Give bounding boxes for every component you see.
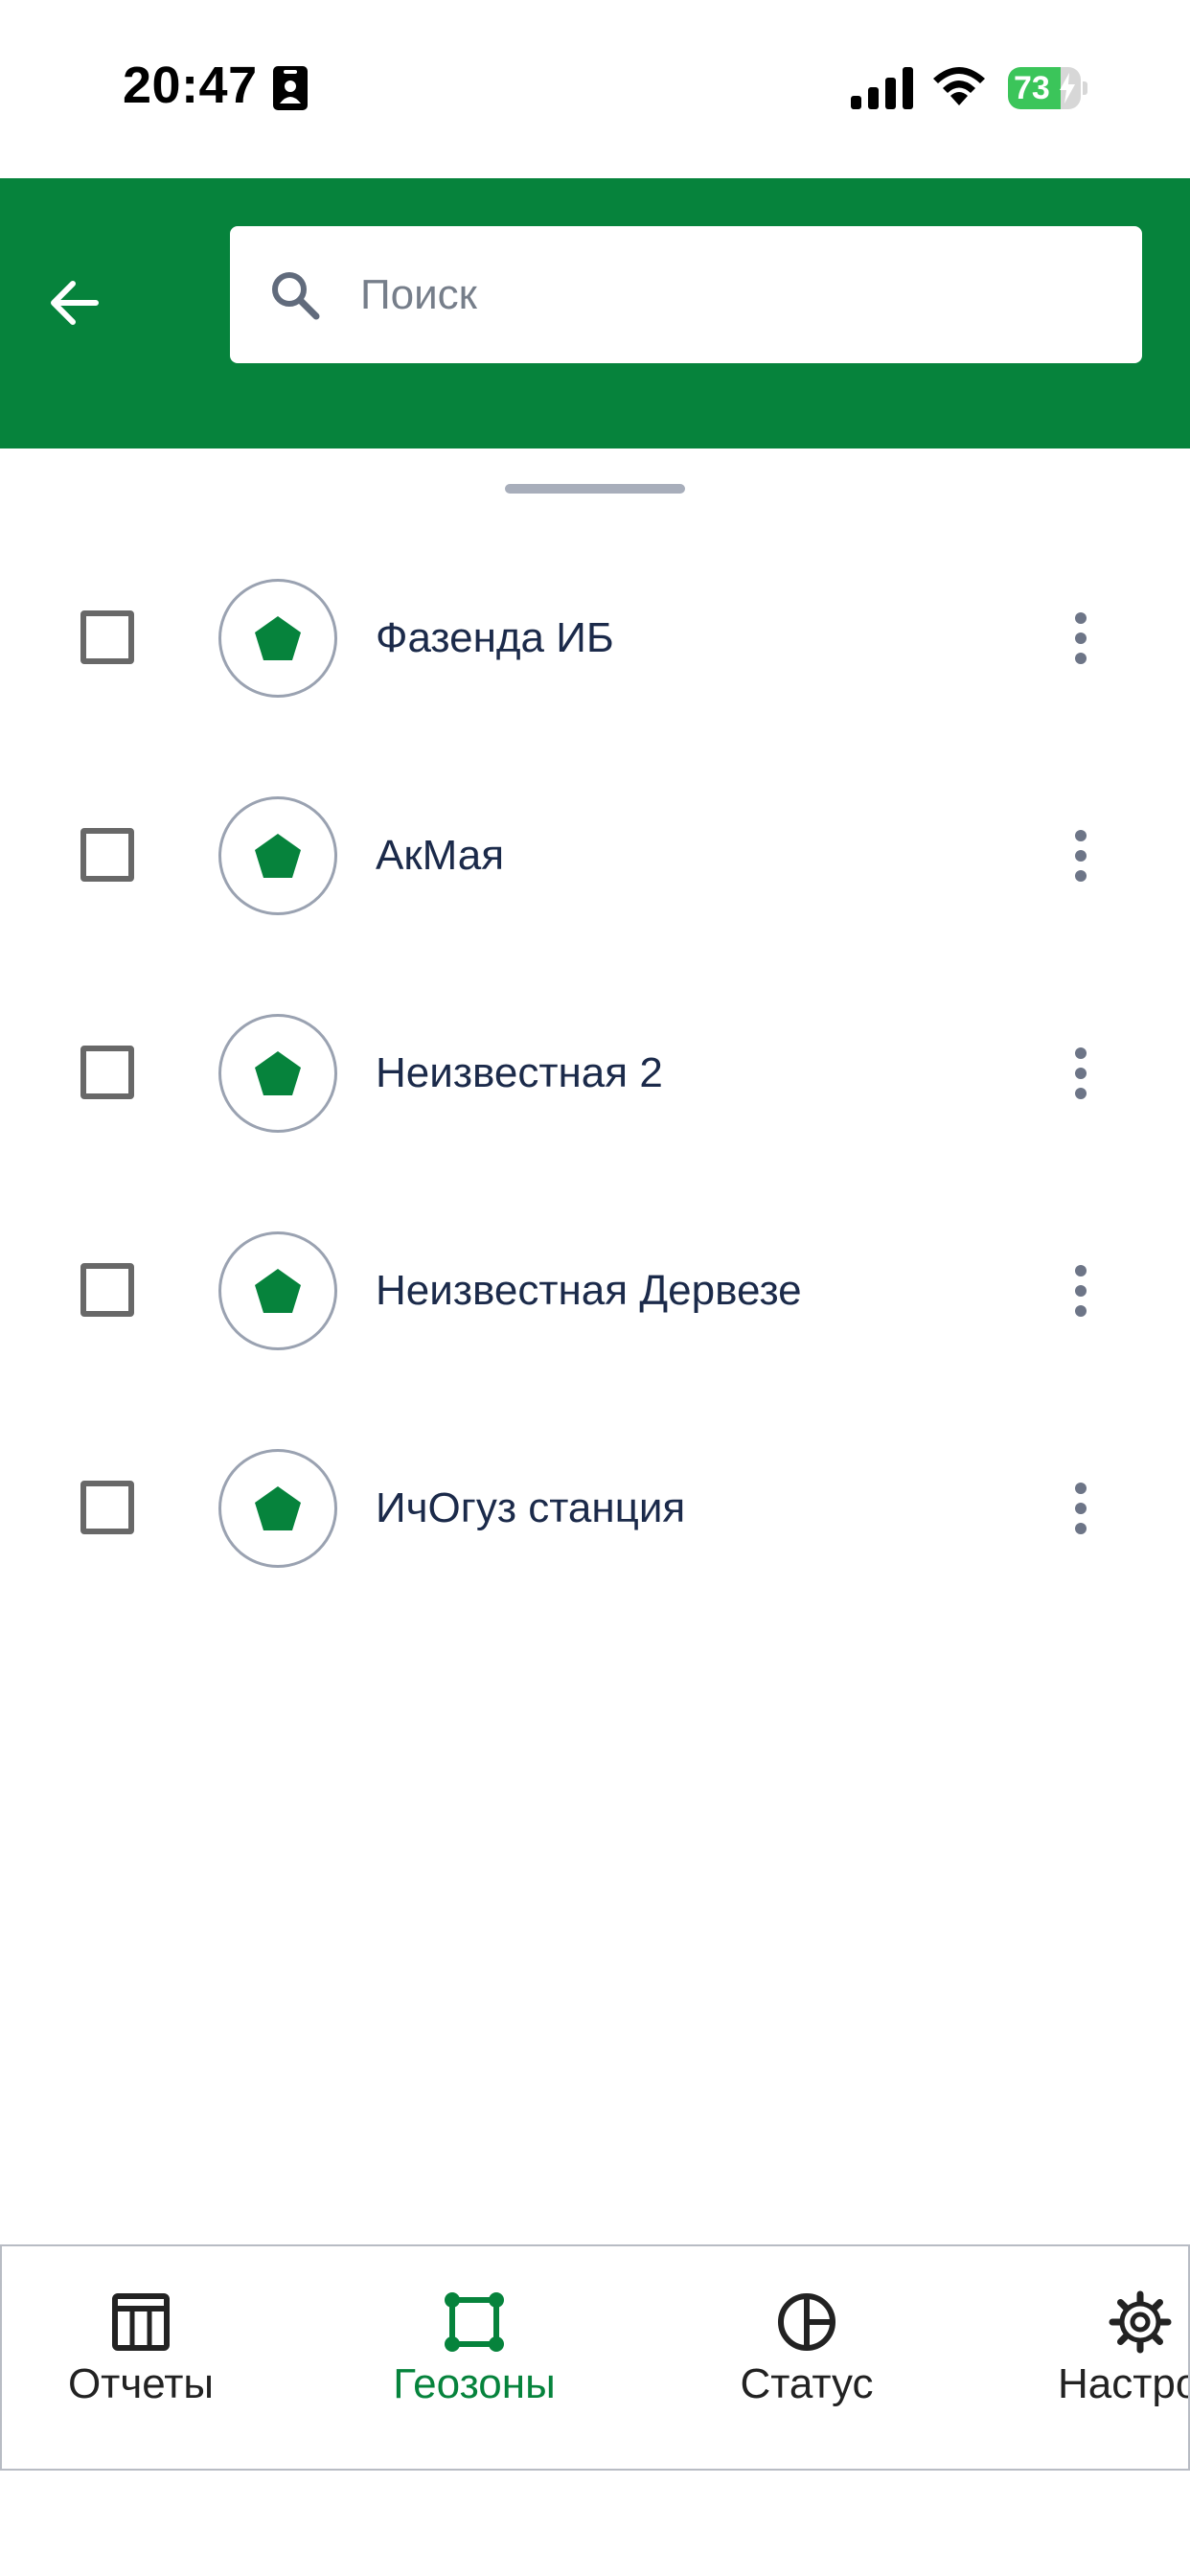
pentagon-icon — [255, 834, 301, 878]
drag-handle[interactable] — [505, 484, 685, 494]
table-icon — [112, 2293, 170, 2351]
more-vertical-icon — [1075, 1265, 1087, 1317]
tab-status[interactable]: Статус — [663, 2246, 950, 2469]
battery-level: 73 — [1014, 70, 1050, 106]
item-avatar — [218, 1449, 337, 1568]
search-box[interactable] — [230, 226, 1142, 363]
item-label: Неизвестная 2 — [376, 1049, 663, 1096]
status-bar: 20:47 73 — [0, 0, 1190, 178]
tab-settings[interactable]: Настрой — [996, 2246, 1188, 2469]
more-vertical-icon — [1075, 612, 1087, 664]
more-vertical-icon — [1075, 1047, 1087, 1099]
tab-reports[interactable]: Отчеты — [2, 2246, 285, 2469]
list-item[interactable]: Неизвестная Дервезе — [0, 1210, 1190, 1428]
more-options-button[interactable] — [1054, 1027, 1108, 1119]
item-checkbox[interactable] — [80, 1481, 134, 1534]
item-checkbox[interactable] — [80, 1046, 134, 1099]
item-avatar — [218, 796, 337, 915]
item-avatar — [218, 1014, 337, 1133]
pie-chart-icon — [778, 2293, 835, 2351]
id-card-icon — [273, 66, 308, 110]
list-item[interactable]: Неизвестная 2 — [0, 993, 1190, 1210]
pentagon-icon — [255, 1486, 301, 1530]
more-options-button[interactable] — [1054, 592, 1108, 684]
tab-label: Статус — [740, 2360, 874, 2407]
item-label: Фазенда ИБ — [376, 614, 614, 661]
item-label: АкМая — [376, 832, 505, 879]
wifi-icon — [933, 67, 985, 105]
charging-bolt-icon — [1060, 73, 1075, 104]
tab-label: Отчеты — [67, 2360, 215, 2407]
tab-label: Настрой — [1058, 2360, 1188, 2407]
item-label: Неизвестная Дервезе — [376, 1267, 802, 1314]
more-vertical-icon — [1075, 1483, 1087, 1534]
tab-label: Геозоны — [393, 2360, 556, 2407]
pentagon-icon — [255, 1269, 301, 1313]
battery-icon: 73 — [1008, 67, 1087, 109]
item-checkbox[interactable] — [80, 1263, 134, 1317]
item-avatar — [218, 579, 337, 698]
gear-icon — [1109, 2290, 1172, 2354]
polygon-icon — [445, 2292, 504, 2352]
more-options-button[interactable] — [1054, 810, 1108, 902]
arrow-left-icon — [51, 281, 99, 325]
app-header — [0, 178, 1190, 448]
item-label: ИчОгуз станция — [376, 1484, 686, 1531]
more-vertical-icon — [1075, 830, 1087, 882]
pentagon-icon — [255, 1051, 301, 1095]
home-indicator-area — [0, 2471, 1190, 2576]
tab-geozones[interactable]: Геозоны — [331, 2246, 618, 2469]
more-options-button[interactable] — [1054, 1245, 1108, 1337]
search-input[interactable] — [360, 226, 1108, 363]
geozone-list: Фазенда ИБ АкМая Неизвестная 2 Неизвестн… — [0, 558, 1190, 1645]
item-checkbox[interactable] — [80, 610, 134, 664]
list-item[interactable]: АкМая — [0, 775, 1190, 993]
back-button[interactable] — [29, 257, 121, 349]
signal-icon — [851, 67, 913, 109]
list-item[interactable]: Фазенда ИБ — [0, 558, 1190, 775]
list-item[interactable]: ИчОгуз станция — [0, 1428, 1190, 1645]
pentagon-icon — [255, 616, 301, 660]
status-time: 20:47 — [123, 57, 258, 114]
bottom-nav: Отчеты Геозоны Статус Настрой — [0, 2244, 1190, 2471]
item-checkbox[interactable] — [80, 828, 134, 882]
item-avatar — [218, 1231, 337, 1350]
search-icon — [272, 272, 320, 320]
more-options-button[interactable] — [1054, 1462, 1108, 1554]
